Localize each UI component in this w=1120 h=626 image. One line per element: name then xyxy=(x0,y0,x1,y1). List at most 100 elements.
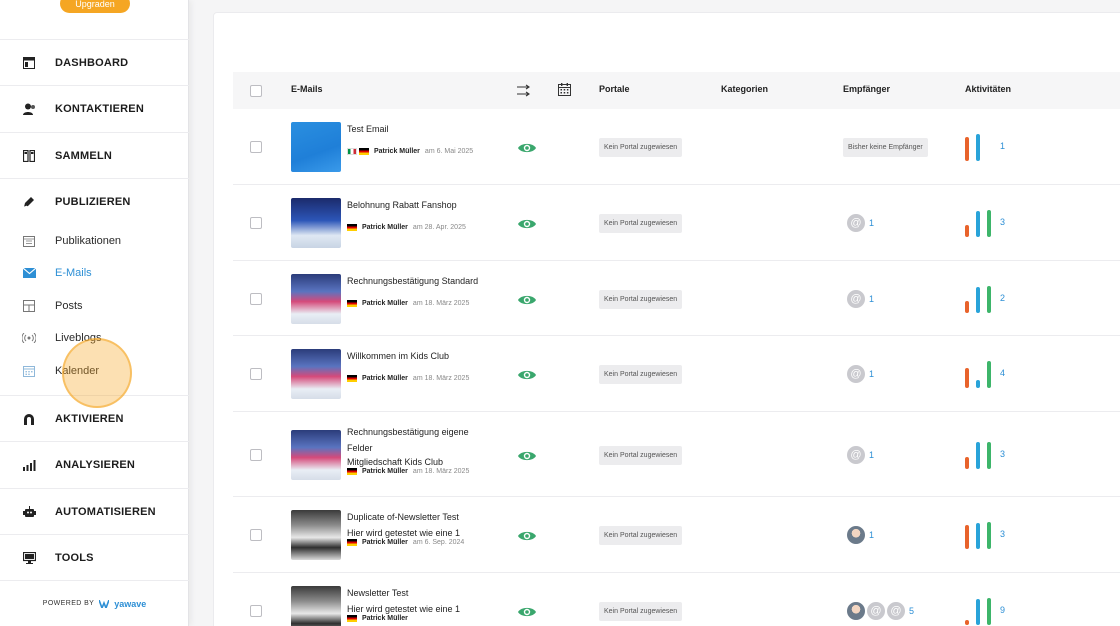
author-name: Patrick Müller xyxy=(362,539,408,546)
header-emails[interactable]: E-Mails xyxy=(291,84,323,94)
portal-badge: Kein Portal zugewiesen xyxy=(599,602,683,621)
nav-sub-liveblogs[interactable]: Liveblogs xyxy=(0,322,189,354)
table-row[interactable]: Rechnungsbestätigung Standard Patrick Mül… xyxy=(233,261,1120,336)
email-title[interactable]: Newsletter Test xyxy=(347,588,408,598)
header-kategorien[interactable]: Kategorien xyxy=(721,84,768,94)
table-row[interactable]: Willkommen im Kids Club Patrick Müller am … xyxy=(233,336,1120,412)
activity-count[interactable]: 3 xyxy=(1000,217,1005,227)
header-portale[interactable]: Portale xyxy=(599,84,630,94)
recipient-count[interactable]: 1 xyxy=(869,294,874,304)
dashboard-icon xyxy=(22,56,36,70)
at-avatar-icon[interactable]: @ xyxy=(885,600,907,622)
email-title-line2[interactable]: Felder xyxy=(347,443,373,453)
author-name: Patrick Müller xyxy=(362,467,408,475)
recipient-avatar[interactable] xyxy=(845,600,867,622)
activity-count[interactable]: 9 xyxy=(1000,605,1005,615)
nav-dashboard[interactable]: DASHBOARD xyxy=(0,39,189,85)
preview-eye-icon[interactable] xyxy=(517,293,537,307)
email-title[interactable]: Willkommen im Kids Club xyxy=(347,351,449,361)
email-thumbnail[interactable] xyxy=(291,122,341,172)
nav-sub-publikationen[interactable]: Publikationen xyxy=(0,225,189,257)
email-thumbnail[interactable] xyxy=(291,349,341,399)
email-title[interactable]: Rechnungsbestätigung eigene xyxy=(347,427,469,437)
preview-eye-icon[interactable] xyxy=(517,368,537,382)
activity-bar xyxy=(965,225,969,237)
nav-automatisieren[interactable]: AUTOMATISIEREN xyxy=(0,488,189,534)
table-row[interactable]: Newsletter Test Hier wird getestet wie ei… xyxy=(233,573,1120,626)
upgrade-button[interactable]: Upgraden xyxy=(60,0,130,13)
at-avatar-icon[interactable]: @ xyxy=(845,443,867,466)
nav-kontaktieren[interactable]: KONTAKTIEREN xyxy=(0,85,189,131)
activity-bar xyxy=(987,361,991,388)
header-empfaenger[interactable]: Empfänger xyxy=(843,84,890,94)
row-checkbox[interactable] xyxy=(250,368,262,380)
shuffle-icon[interactable] xyxy=(517,84,532,97)
nav-sub-kalender[interactable]: Kalender xyxy=(0,355,189,387)
email-title[interactable]: Rechnungsbestätigung Standard xyxy=(347,276,478,286)
email-thumbnail[interactable] xyxy=(291,273,341,324)
preview-eye-icon[interactable] xyxy=(517,217,537,231)
table-row[interactable]: Belohnung Rabatt Fanshop Patrick Müller am… xyxy=(233,185,1120,261)
email-title[interactable]: Belohnung Rabatt Fanshop xyxy=(347,200,457,210)
portal-badge: Kein Portal zugewiesen xyxy=(599,365,683,384)
email-title[interactable]: Duplicate of-Newsletter Test xyxy=(347,512,459,522)
activity-bars xyxy=(965,285,995,313)
nav-tools[interactable]: TOOLS xyxy=(0,534,189,580)
select-all-checkbox[interactable] xyxy=(250,85,262,97)
preview-eye-icon[interactable] xyxy=(517,605,537,619)
row-checkbox[interactable] xyxy=(250,605,262,617)
portal-badge: Kein Portal zugewiesen xyxy=(599,138,683,157)
calendar-header-icon[interactable] xyxy=(558,83,571,96)
activity-bar xyxy=(987,522,991,549)
preview-eye-icon[interactable] xyxy=(517,141,537,155)
preview-eye-icon[interactable] xyxy=(517,449,537,463)
nav-publizieren[interactable]: PUBLIZIEREN xyxy=(0,178,189,224)
email-thumbnail[interactable] xyxy=(291,198,341,248)
email-title[interactable]: Test Email xyxy=(347,124,389,134)
row-checkbox[interactable] xyxy=(250,292,262,305)
recipient-count[interactable]: 1 xyxy=(869,530,874,540)
activity-count[interactable]: 1 xyxy=(1000,141,1005,151)
activity-count[interactable]: 4 xyxy=(1000,368,1005,378)
email-thumbnail[interactable] xyxy=(291,586,341,626)
nav-analysieren[interactable]: ANALYSIEREN xyxy=(0,441,189,487)
activity-bars xyxy=(965,209,995,237)
preview-eye-icon[interactable] xyxy=(517,529,537,543)
no-recipients-badge: Bisher keine Empfänger xyxy=(843,138,928,157)
contacts-icon xyxy=(22,102,36,116)
nav-sub-e-mails[interactable]: E-Mails xyxy=(0,257,189,289)
nav-sub-posts[interactable]: Posts xyxy=(0,290,189,322)
author-name: Patrick Müller xyxy=(362,224,408,231)
nav-sammeln[interactable]: SAMMELN xyxy=(0,132,189,178)
activity-count[interactable]: 2 xyxy=(1000,293,1005,303)
at-avatar-icon[interactable]: @ xyxy=(845,287,867,310)
activity-bar xyxy=(987,598,991,625)
email-thumbnail[interactable] xyxy=(291,429,341,480)
row-checkbox[interactable] xyxy=(250,529,262,541)
at-avatar-icon[interactable]: @ xyxy=(845,363,867,385)
recipient-count[interactable]: 5 xyxy=(909,606,914,616)
table-row[interactable]: Rechnungsbestätigung eigene Felder Mitglie… xyxy=(233,412,1120,497)
row-checkbox[interactable] xyxy=(250,141,262,153)
activity-bar xyxy=(965,525,969,549)
activity-count[interactable]: 3 xyxy=(1000,449,1005,459)
row-checkbox[interactable] xyxy=(250,217,262,229)
recipient-count[interactable]: 1 xyxy=(869,450,874,460)
recipient-count[interactable]: 1 xyxy=(869,369,874,379)
nav-aktivieren[interactable]: AKTIVIEREN xyxy=(0,395,189,441)
table-row[interactable]: Duplicate of-Newsletter Test Hier wird ge… xyxy=(233,497,1120,573)
created-date: am 18. März 2025 xyxy=(412,467,470,475)
activity-count[interactable]: 3 xyxy=(1000,529,1005,539)
recipient-avatar[interactable] xyxy=(845,524,867,546)
table-row[interactable]: Test Email Patrick Müller am 6. Mai 2025 Ke… xyxy=(233,109,1120,185)
header-aktivitaeten[interactable]: Aktivitäten xyxy=(965,84,1011,94)
recipient-count[interactable]: 1 xyxy=(869,218,874,228)
at-avatar-icon[interactable]: @ xyxy=(865,600,887,622)
row-checkbox[interactable] xyxy=(250,448,262,461)
nav-label: PUBLIZIEREN xyxy=(55,195,131,208)
email-thumbnail[interactable] xyxy=(291,510,341,560)
at-avatar-icon[interactable]: @ xyxy=(845,212,867,234)
author-name: Patrick Müller xyxy=(362,299,408,307)
flag-de-icon xyxy=(347,299,357,307)
flag-de-icon xyxy=(347,467,357,475)
